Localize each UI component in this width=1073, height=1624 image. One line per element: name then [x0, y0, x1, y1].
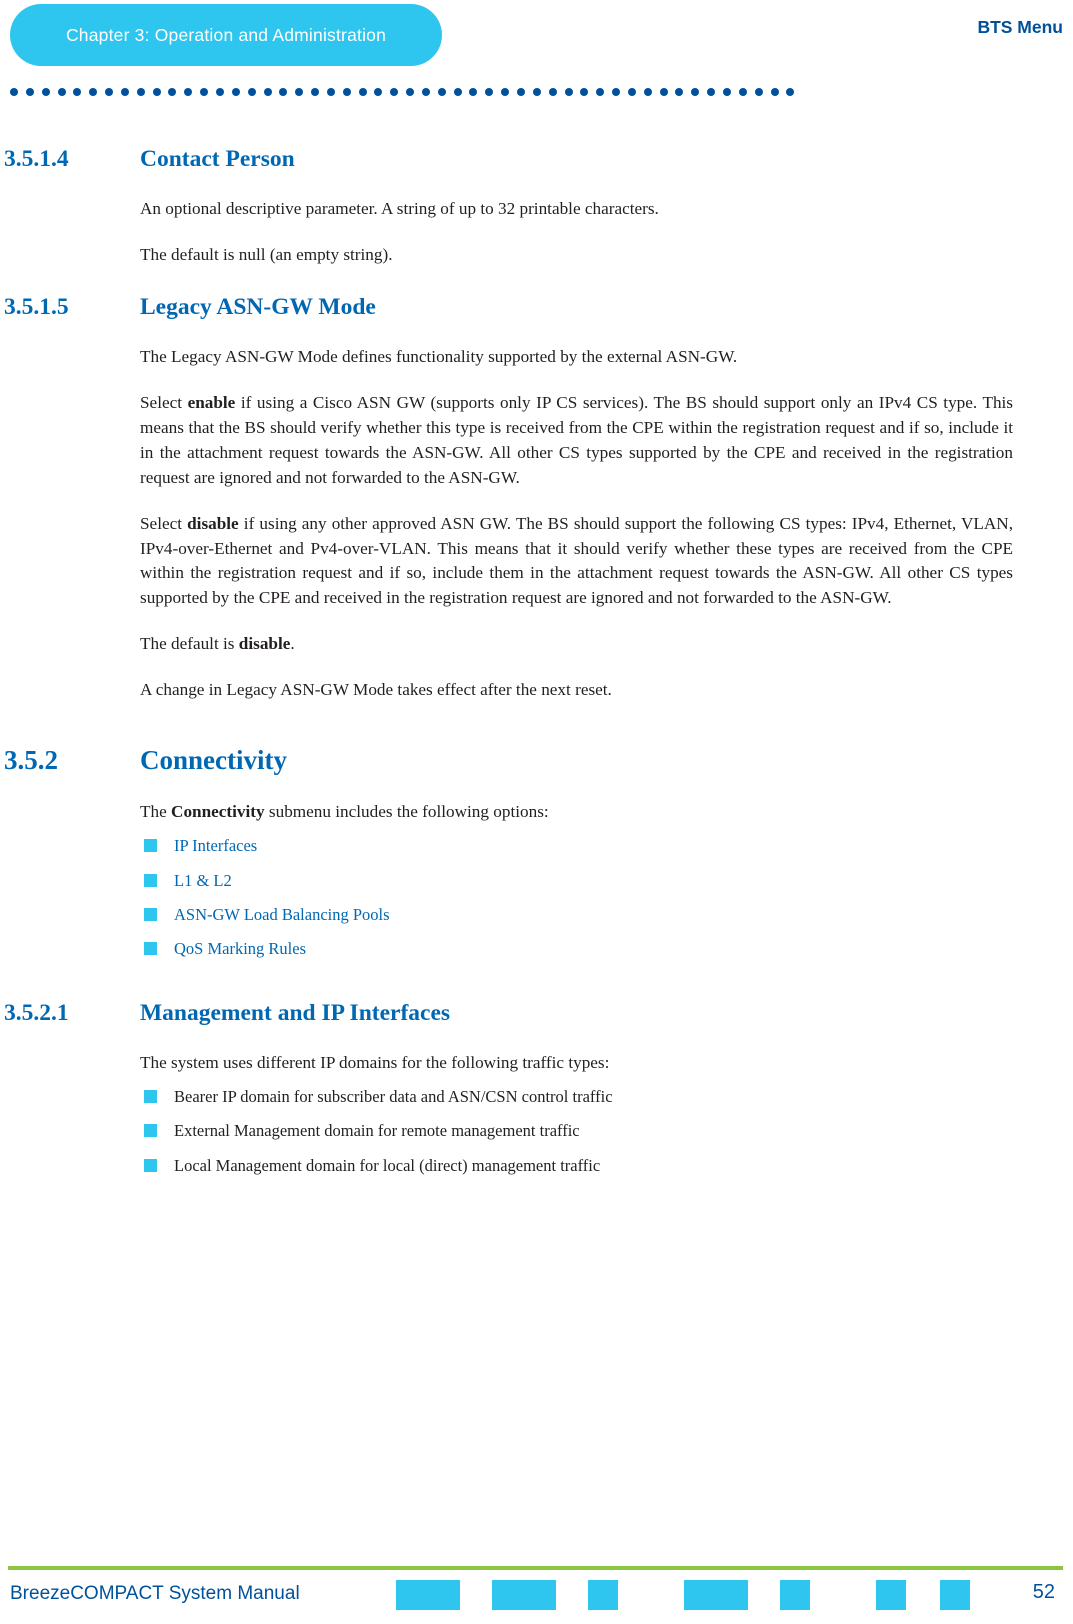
section-title: Connectivity	[140, 745, 287, 776]
list-item[interactable]: QoS Marking Rules	[140, 938, 1073, 959]
keyword-enable: enable	[187, 392, 236, 412]
section-title: Contact Person	[140, 146, 295, 172]
footer-decoration	[396, 1580, 976, 1610]
keyword-default-disable: disable	[238, 634, 291, 654]
list-item[interactable]: ASN-GW Load Balancing Pools	[140, 904, 1073, 925]
chapter-title-pill: Chapter 3: Operation and Administration	[10, 4, 442, 66]
section-number: 3.5.2.1	[4, 999, 69, 1026]
page-number: 52	[1032, 1581, 1055, 1603]
keyword-connectivity: Connectivity	[171, 802, 265, 822]
section-title: Management and IP Interfaces	[140, 999, 451, 1026]
section-heading-connectivity: 3.5.2 Connectivity	[0, 745, 1073, 776]
section-number: 3.5.2	[4, 745, 58, 776]
paragraph: The default is null (an empty string).	[140, 244, 393, 264]
list-item: Bearer IP domain for subscriber data and…	[140, 1086, 1073, 1107]
page-footer: BreezeCOMPACT System Manual 52	[0, 1566, 1073, 1624]
paragraph: Select enable if using a Cisco ASN GW (s…	[140, 392, 1013, 487]
page-header: Chapter 3: Operation and Administration …	[0, 0, 1073, 72]
section-number: 3.5.1.5	[4, 293, 69, 320]
paragraph: An optional descriptive parameter. A str…	[140, 199, 659, 218]
list-item[interactable]: IP Interfaces	[140, 835, 1073, 856]
section-number: 3.5.1.4	[4, 146, 69, 172]
paragraph: The system uses different IP domains for…	[140, 1052, 610, 1072]
list-item[interactable]: L1 & L2	[140, 870, 1073, 891]
keyword-disable: disable	[187, 513, 239, 533]
section-heading-management-and-ip-interfaces: 3.5.2.1 Management and IP Interfaces	[0, 1000, 1073, 1027]
bts-menu-label: BTS Menu	[977, 17, 1063, 37]
paragraph: A change in Legacy ASN-GW Mode takes eff…	[140, 680, 612, 700]
paragraph: The Connectivity submenu includes the fo…	[140, 802, 549, 822]
ip-domain-list: Bearer IP domain for subscriber data and…	[0, 1086, 1073, 1176]
page-content: 3.5.1.4 Contact Person An optional descr…	[0, 120, 1073, 1189]
section-heading-legacy-asn-gw-mode: 3.5.1.5 Legacy ASN-GW Mode	[0, 294, 1073, 321]
section-title: Legacy ASN-GW Mode	[140, 293, 376, 320]
paragraph: The default is disable.	[140, 634, 295, 654]
manual-title: BreezeCOMPACT System Manual	[10, 1583, 300, 1604]
dotted-divider	[10, 88, 795, 96]
list-item: External Management domain for remote ma…	[140, 1120, 1073, 1141]
paragraph: Select disable if using any other approv…	[140, 513, 1013, 608]
section-heading-contact-person: 3.5.1.4 Contact Person	[0, 146, 1073, 173]
footer-divider	[8, 1566, 1063, 1570]
connectivity-option-list: IP Interfaces L1 & L2 ASN-GW Load Balanc…	[0, 835, 1073, 960]
chapter-title-label: Chapter 3: Operation and Administration	[65, 24, 387, 45]
list-item: Local Management domain for local (direc…	[140, 1155, 1073, 1176]
paragraph: The Legacy ASN-GW Mode defines functiona…	[140, 346, 738, 366]
